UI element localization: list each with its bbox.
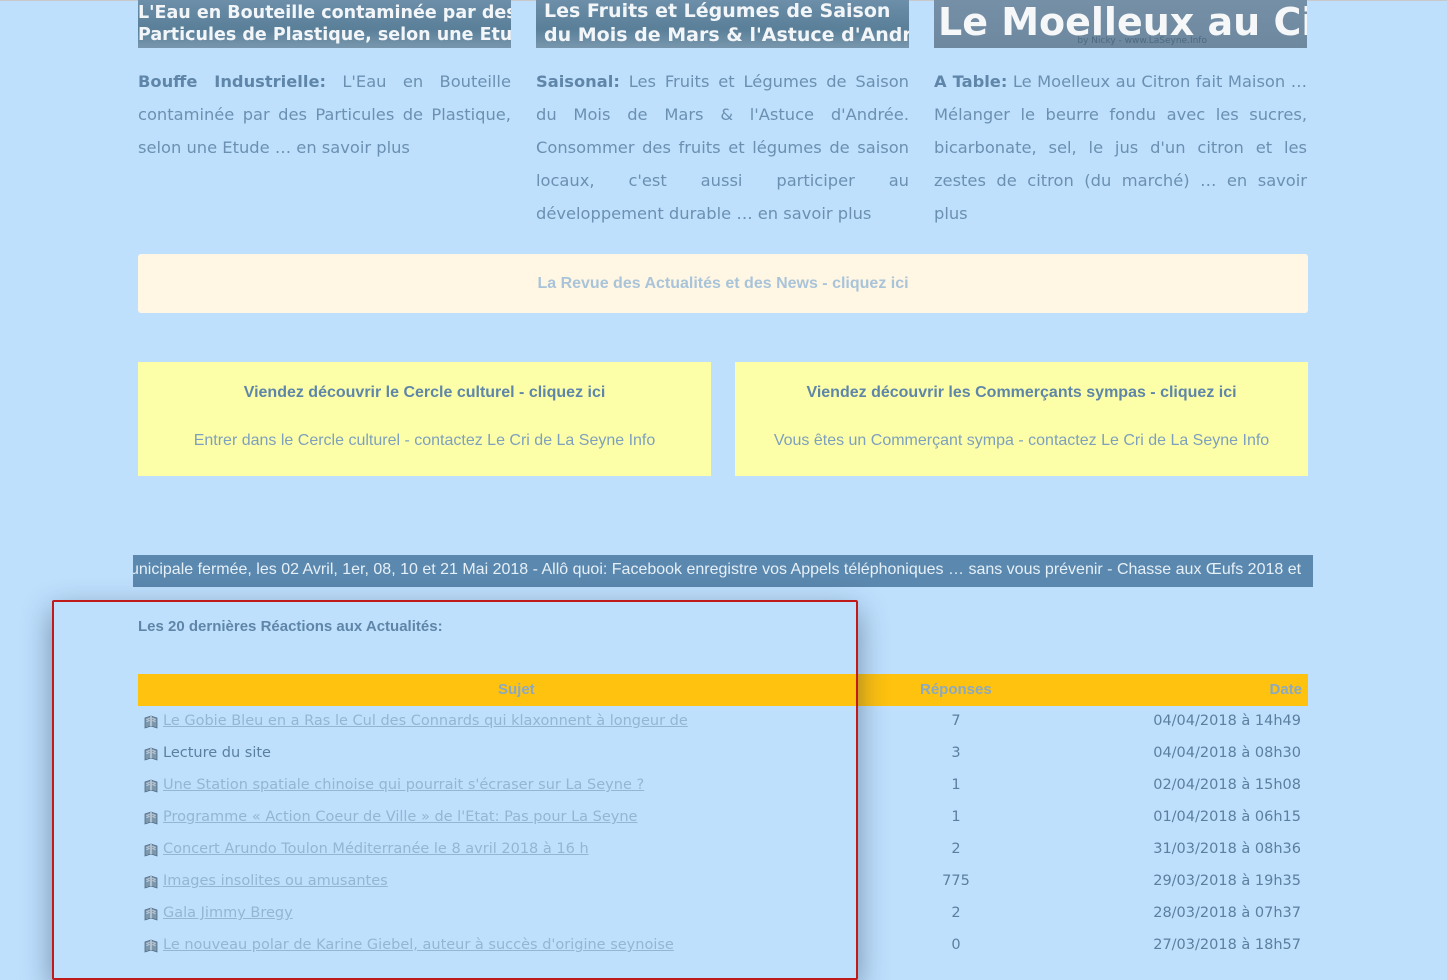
reactions-table-header: Sujet Réponses Date (138, 674, 1308, 706)
reaction-date: 02/04/2018 à 15h08 (1153, 777, 1301, 793)
cercle-culturel-subtitle: Entrer dans le Cercle culturel - contact… (193, 432, 656, 449)
reaction-date: 29/03/2018 à 19h35 (1153, 873, 1301, 889)
reaction-replies-count: 7 (951, 713, 961, 729)
commercants-subtitle: Vous êtes un Commerçant sympa - contacte… (773, 432, 1270, 449)
column-header-sujet: Sujet (498, 681, 535, 698)
reaction-date: 28/03/2018 à 07h37 (1153, 905, 1301, 921)
article-category: A Table: (934, 72, 1008, 91)
read-more-link[interactable]: … en savoir plus (736, 204, 871, 223)
thumbnail-caption-line: du Mois de Mars & l'Astuce d'Andrée (544, 24, 909, 46)
reaction-replies-count: 1 (951, 777, 961, 793)
cercle-culturel-box: Viendez découvrir le Cercle culturel - c… (138, 362, 711, 476)
revue-banner-label: La Revue des Actualités et des News - cl… (537, 274, 909, 292)
book-icon (144, 875, 158, 889)
reaction-date: 04/04/2018 à 14h49 (1153, 713, 1301, 729)
reaction-subject-link[interactable]: Images insolites ou amusantes (163, 873, 388, 889)
reaction-subject-link[interactable]: Lecture du site (163, 745, 271, 761)
article-category: Saisonal: (536, 72, 620, 91)
table-row: Une Station spatiale chinoise qui pourra… (138, 770, 1308, 802)
book-icon (144, 907, 158, 921)
reaction-subject-link[interactable]: Concert Arundo Toulon Méditerranée le 8 … (163, 841, 589, 857)
book-icon (144, 811, 158, 825)
book-icon (144, 747, 158, 761)
reaction-subject-link[interactable]: Le Gobie Bleu en a Ras le Cul des Connar… (163, 713, 688, 729)
commercants-link[interactable]: Viendez découvrir les Commerçants sympas… (735, 384, 1308, 402)
article-blurb-moelleux: A Table: Le Moelleux au Citron fait Mais… (934, 65, 1307, 230)
reaction-replies-count: 3 (951, 745, 961, 761)
table-row: Lecture du site 3 04/04/2018 à 08h30 (138, 738, 1308, 770)
reaction-replies-count: 2 (951, 841, 961, 857)
reaction-date: 31/03/2018 à 08h36 (1153, 841, 1301, 857)
table-row: Le Gobie Bleu en a Ras le Cul des Connar… (138, 706, 1308, 738)
reaction-subject-link[interactable]: Le nouveau polar de Karine Giebel, auteu… (163, 937, 674, 953)
reaction-date: 27/03/2018 à 18h57 (1153, 937, 1301, 953)
book-icon (144, 779, 158, 793)
table-row: Images insolites ou amusantes 775 29/03/20… (138, 866, 1308, 898)
reaction-replies-count: 0 (951, 937, 961, 953)
cercle-culturel-link[interactable]: Viendez découvrir le Cercle culturel - c… (138, 384, 711, 402)
reaction-subject-link[interactable]: Programme « Action Coeur de Ville » de l… (163, 809, 637, 825)
news-ticker-text: unicipale fermée, les 02 Avril, 1er, 08,… (133, 561, 1302, 578)
reaction-date: 01/04/2018 à 06h15 (1153, 809, 1301, 825)
article-thumbnail-eau[interactable]: L'Eau en Bouteille contaminée par des Pa… (138, 0, 511, 48)
reaction-replies-count: 1 (951, 809, 961, 825)
table-row: Gala Jimmy Bregy 2 28/03/2018 à 07h37 (138, 898, 1308, 930)
reaction-replies-count: 2 (951, 905, 961, 921)
reaction-subject-link[interactable]: Gala Jimmy Bregy (163, 905, 293, 921)
table-row: Programme « Action Coeur de Ville » de l… (138, 802, 1308, 834)
article-thumbnail-moelleux[interactable]: Le Moelleux au Citron by Nicky - www.LaS… (934, 0, 1307, 48)
article-blurb-fruits: Saisonal: Les Fruits et Légumes de Saiso… (536, 65, 909, 230)
reaction-replies-count: 775 (942, 873, 970, 889)
news-ticker[interactable]: unicipale fermée, les 02 Avril, 1er, 08,… (133, 555, 1313, 587)
table-row: Le nouveau polar de Karine Giebel, auteu… (138, 930, 1308, 962)
commercants-box: Viendez découvrir les Commerçants sympas… (735, 362, 1308, 476)
reaction-date: 04/04/2018 à 08h30 (1153, 745, 1301, 761)
article-blurb-eau: Bouffe Industrielle: L'Eau en Bouteille … (138, 65, 511, 164)
column-header-date: Date (1269, 681, 1302, 698)
revue-actualites-banner[interactable]: La Revue des Actualités et des News - cl… (138, 254, 1308, 313)
column-header-reponses: Réponses (920, 681, 992, 698)
book-icon (144, 843, 158, 857)
book-icon (144, 715, 158, 729)
article-text: Les Fruits et Légumes de Saison du Mois … (536, 72, 909, 223)
reactions-heading: Les 20 dernières Réactions aux Actualité… (138, 618, 443, 635)
reaction-subject-link[interactable]: Une Station spatiale chinoise qui pourra… (163, 777, 644, 793)
book-icon (144, 939, 158, 953)
article-category: Bouffe Industrielle: (138, 72, 326, 91)
thumbnail-caption-line: Les Fruits et Légumes de Saison (544, 0, 891, 22)
thumbnail-caption-line: L'Eau en Bouteille contaminée par des (138, 3, 511, 23)
read-more-link[interactable]: … en savoir plus (275, 138, 410, 157)
thumbnail-credit: by Nicky - www.LaSeyne.Info (1077, 36, 1207, 46)
table-row: Concert Arundo Toulon Méditerranée le 8 … (138, 834, 1308, 866)
thumbnail-caption-line: Particules de Plastique, selon une Etude (138, 25, 511, 45)
article-thumbnail-fruits[interactable]: Les Fruits et Légumes de Saison du Mois … (536, 0, 909, 48)
